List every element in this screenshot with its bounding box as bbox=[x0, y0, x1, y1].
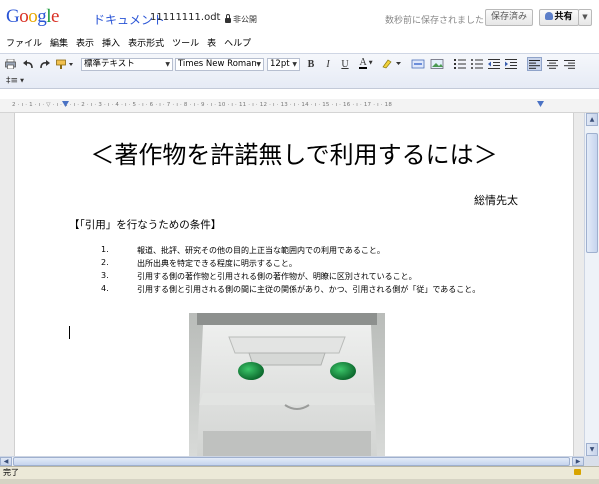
secure-lock-icon bbox=[574, 469, 581, 475]
menu-bar: ファイル 編集 表示 挿入 表示形式 ツール 表 ヘルプ bbox=[0, 36, 599, 52]
document-author: 総情先太 bbox=[474, 194, 518, 207]
share-label: 共有 bbox=[554, 12, 573, 22]
font-select-value: Times New Roman bbox=[178, 59, 257, 69]
list-item-text: 出所出典を特定できる程度に明示すること。 bbox=[137, 259, 297, 268]
google-logo[interactable]: Google bbox=[6, 6, 59, 28]
chevron-down-icon: ▼ bbox=[582, 13, 588, 21]
list-item-number: 2. bbox=[101, 258, 109, 267]
align-left-icon bbox=[529, 59, 540, 69]
print-icon[interactable] bbox=[4, 58, 16, 70]
scroll-right-arrow-icon[interactable]: ▶ bbox=[572, 457, 584, 466]
chevron-down-icon: ▼ bbox=[292, 61, 297, 68]
menu-help[interactable]: ヘルプ bbox=[224, 36, 251, 52]
vertical-scrollbar[interactable]: ▲ ▼ bbox=[584, 113, 599, 456]
line-spacing-button[interactable]: ‡≡ ▼ bbox=[4, 75, 26, 87]
horizontal-scrollbar[interactable]: ◀ ▶ bbox=[0, 456, 584, 466]
font-size-select-value: 12pt bbox=[270, 59, 290, 69]
saved-button[interactable]: 保存済み bbox=[485, 9, 533, 26]
status-text: 完了 bbox=[3, 468, 19, 477]
list-item-text: 引用する側の著作物と引用される側の著作物が、明瞭に区別されていること。 bbox=[137, 272, 417, 281]
style-select[interactable]: 標準テキスト ▼ bbox=[81, 58, 173, 71]
menu-tools[interactable]: ツール bbox=[172, 36, 199, 52]
ruler[interactable]: 2 · ı · 1 · ı · ▽ · ı · 1 · ı · 2 · ı · … bbox=[0, 99, 599, 113]
scroll-down-arrow-icon[interactable]: ▼ bbox=[586, 443, 598, 456]
scrollbar-corner bbox=[584, 456, 599, 466]
align-left-button[interactable] bbox=[527, 57, 542, 71]
link-icon[interactable] bbox=[411, 58, 425, 70]
list-item-text: 引用する側と引用される側の間に主従の関係があり、かつ、引用される側が「従」である… bbox=[137, 285, 481, 294]
redo-icon[interactable] bbox=[38, 58, 50, 70]
align-right-icon[interactable] bbox=[563, 58, 575, 70]
document-area: ＜著作物を許諾無しで利用するには＞ 総情先太 【「引用」を行なうための条件】 1… bbox=[0, 113, 584, 456]
insert-image-icon[interactable] bbox=[430, 58, 444, 70]
list-item-number: 3. bbox=[101, 271, 109, 280]
document-page[interactable]: ＜著作物を許諾無しで利用するには＞ 総情先太 【「引用」を行なうための条件】 1… bbox=[14, 113, 574, 456]
chevron-down-icon: ▼ bbox=[368, 60, 373, 66]
visibility-indicator[interactable]: 非公開 bbox=[225, 14, 257, 25]
menu-file[interactable]: ファイル bbox=[6, 36, 42, 52]
chevron-down-icon: ▼ bbox=[165, 61, 170, 68]
menu-insert[interactable]: 挿入 bbox=[102, 36, 120, 52]
underline-button[interactable]: U bbox=[339, 58, 351, 70]
visibility-label: 非公開 bbox=[233, 15, 257, 24]
toolbar: 標準テキスト ▼ Times New Roman ▼ 12pt ▼ B I U A ▼ … bbox=[0, 53, 599, 89]
bulleted-list-icon[interactable] bbox=[471, 58, 483, 70]
section-heading: 【「引用」を行なうための条件】 bbox=[69, 219, 222, 231]
vertical-scroll-thumb[interactable] bbox=[586, 133, 598, 253]
text-cursor bbox=[69, 326, 70, 339]
chevron-down-icon: ▼ bbox=[256, 61, 261, 68]
horizontal-scroll-thumb[interactable] bbox=[13, 457, 570, 466]
scroll-up-arrow-icon[interactable]: ▲ bbox=[586, 113, 598, 126]
menu-table[interactable]: 表 bbox=[207, 36, 216, 52]
share-button[interactable]: 共有 bbox=[539, 9, 579, 26]
style-select-value: 標準テキスト bbox=[84, 59, 135, 69]
menu-format[interactable]: 表示形式 bbox=[128, 36, 164, 52]
bold-button[interactable]: B bbox=[305, 58, 317, 70]
share-dropdown-button[interactable]: ▼ bbox=[578, 9, 592, 26]
list-item-number: 1. bbox=[101, 245, 109, 254]
save-status: 数秒前に保存されました bbox=[385, 16, 485, 26]
highlight-color-button[interactable] bbox=[381, 57, 403, 69]
numbered-list-icon[interactable] bbox=[454, 58, 466, 70]
text-color-button[interactable]: A ▼ bbox=[356, 57, 376, 69]
increase-indent-icon[interactable] bbox=[505, 58, 517, 70]
lock-icon bbox=[225, 14, 231, 23]
ruler-scale: 2 · ı · 1 · ı · ▽ · ı · 1 · ı · 2 · ı · … bbox=[12, 102, 393, 108]
font-select[interactable]: Times New Roman ▼ bbox=[175, 58, 264, 71]
paint-format-icon[interactable] bbox=[56, 58, 74, 70]
share-person-icon bbox=[545, 12, 554, 20]
right-indent-marker[interactable] bbox=[537, 101, 544, 107]
text-color-label: A bbox=[359, 56, 367, 69]
scroll-left-arrow-icon[interactable]: ◀ bbox=[0, 457, 12, 466]
line-spacing-label: ‡≡ bbox=[6, 76, 19, 86]
menu-view[interactable]: 表示 bbox=[76, 36, 94, 52]
app-header: Google ドキュメント 11111111.odt 非公開 数秒前に保存されま… bbox=[0, 0, 599, 34]
align-center-icon[interactable] bbox=[546, 58, 558, 70]
list-item-number: 4. bbox=[101, 284, 109, 293]
menu-edit[interactable]: 編集 bbox=[50, 36, 68, 52]
italic-button[interactable]: I bbox=[322, 58, 334, 70]
chevron-down-icon: ▼ bbox=[20, 78, 24, 84]
undo-icon[interactable] bbox=[22, 58, 34, 70]
font-size-select[interactable]: 12pt ▼ bbox=[267, 58, 300, 71]
window-bottom-edge bbox=[0, 479, 599, 484]
list-item-text: 報道、批評、研究その他の目的上正当な範囲内での利用であること。 bbox=[137, 246, 385, 255]
decrease-indent-icon[interactable] bbox=[488, 58, 500, 70]
inserted-photo[interactable] bbox=[189, 313, 385, 456]
browser-status-bar: 完了 bbox=[0, 466, 599, 479]
document-name[interactable]: 11111111.odt bbox=[150, 12, 220, 23]
document-title: ＜著作物を許諾無しで利用するには＞ bbox=[90, 141, 498, 169]
